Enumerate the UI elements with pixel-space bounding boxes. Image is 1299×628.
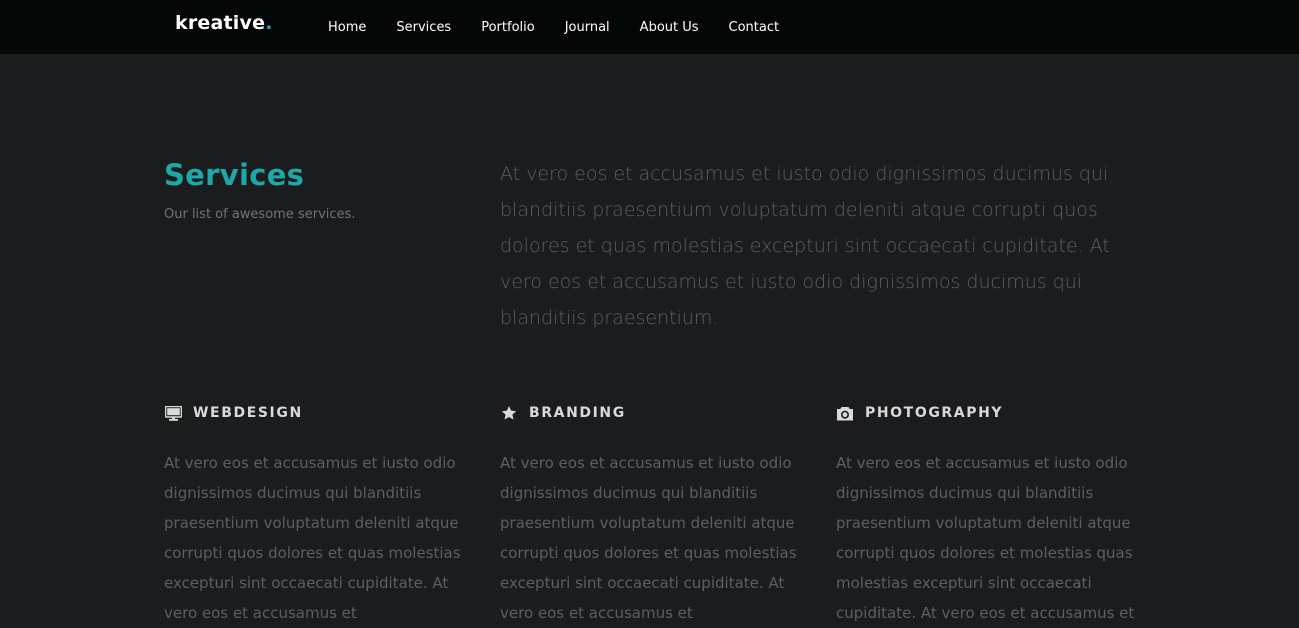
services-title: Services <box>164 158 305 192</box>
nav-item-contact[interactable]: Contact <box>729 20 780 35</box>
nav-item-portfolio[interactable]: Portfolio <box>481 20 534 35</box>
brand-logo[interactable]: kreative. <box>175 12 273 34</box>
nav-item-about-us[interactable]: About Us <box>640 20 699 35</box>
nav-item-journal[interactable]: Journal <box>565 20 610 35</box>
service-description: At vero eos et accusamus et iusto odio d… <box>500 454 797 622</box>
main-nav: Home Services Portfolio Journal About Us… <box>328 0 809 54</box>
service-description: At vero eos et accusamus et iusto odio d… <box>164 454 461 622</box>
service-title: WEBDESIGN <box>193 405 303 421</box>
camera-icon <box>836 404 854 422</box>
services-subtitle: Our list of awesome services. <box>164 207 356 222</box>
monitor-icon <box>164 404 182 422</box>
service-description: At vero eos et accusamus et iusto odio d… <box>836 454 1135 622</box>
service-header: PHOTOGRAPHY <box>836 402 1136 424</box>
brand-dot: . <box>265 12 273 34</box>
brand-name: kreative <box>175 12 266 34</box>
service-branding: BRANDING At vero eos et accusamus et ius… <box>500 402 800 628</box>
nav-item-home[interactable]: Home <box>328 20 366 35</box>
service-title: BRANDING <box>529 405 626 421</box>
service-webdesign: WEBDESIGN At vero eos et accusamus et iu… <box>164 402 464 628</box>
service-photography: PHOTOGRAPHY At vero eos et accusamus et … <box>836 402 1136 628</box>
top-navbar: kreative. Home Services Portfolio Journa… <box>0 0 1299 54</box>
service-header: BRANDING <box>500 402 800 424</box>
nav-item-services[interactable]: Services <box>396 20 451 35</box>
star-icon <box>500 404 518 422</box>
services-intro: At vero eos et accusamus et iusto odio d… <box>500 163 1110 329</box>
service-title: PHOTOGRAPHY <box>865 405 1004 421</box>
service-header: WEBDESIGN <box>164 402 464 424</box>
